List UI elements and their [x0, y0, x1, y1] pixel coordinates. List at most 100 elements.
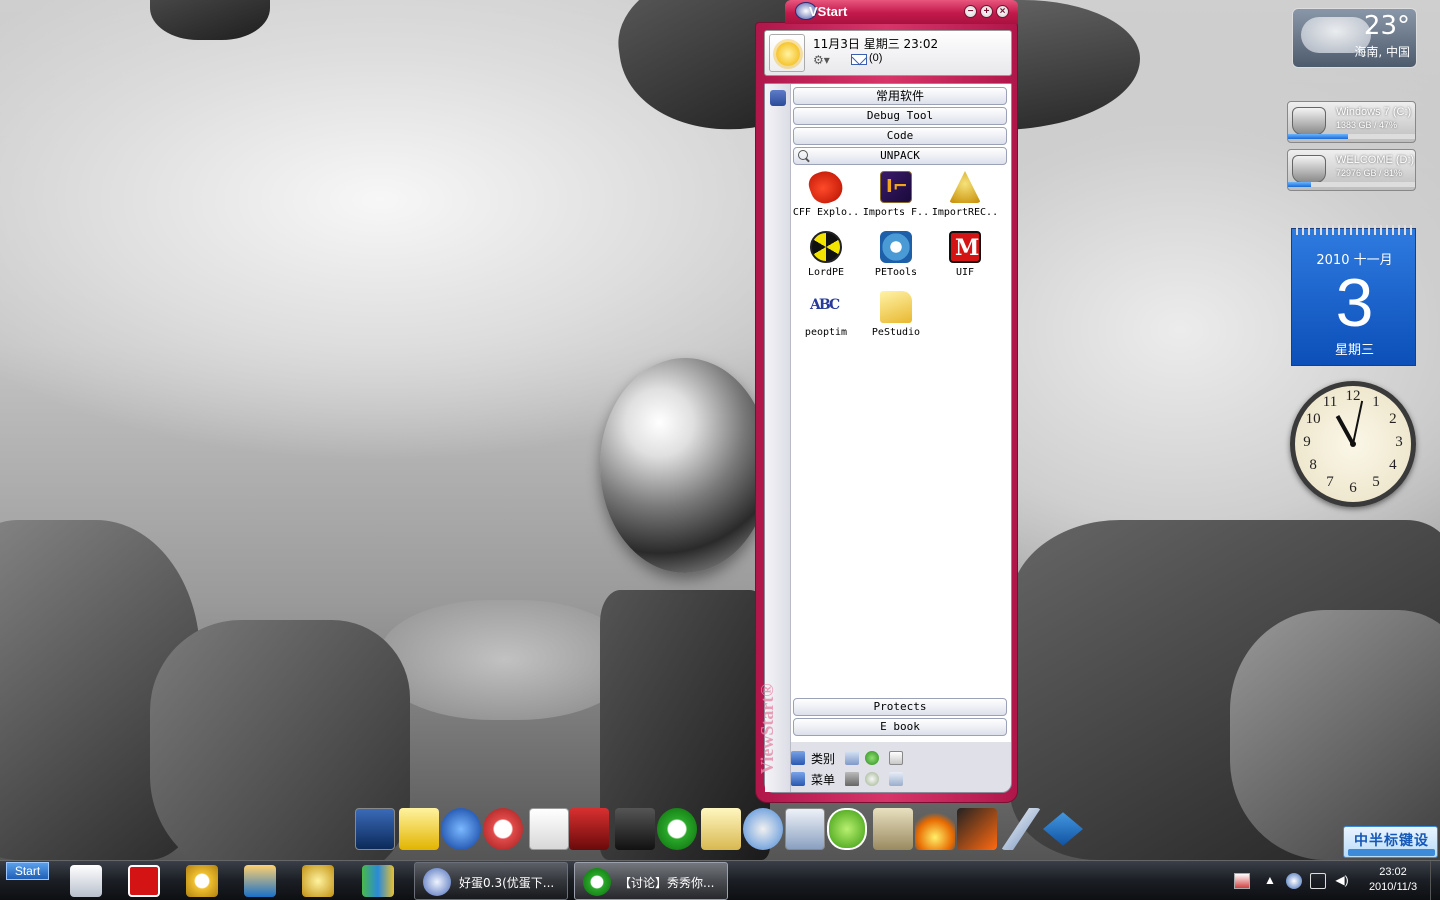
app-peoptim[interactable]: peoptim [791, 291, 861, 349]
drive-usage-fill [1288, 134, 1348, 139]
mail-count: (0) [869, 52, 883, 64]
properties-icon[interactable] [845, 751, 859, 765]
taskbar-time: 23:02 [1379, 866, 1407, 878]
category-protects[interactable]: Protects [793, 698, 1007, 716]
weather-gadget[interactable]: 23° 海南, 中国 [1292, 8, 1417, 68]
app-lordpe[interactable]: LordPE [791, 231, 861, 289]
taskbar-clock[interactable]: 23:02 2010/11/3 [1358, 865, 1428, 895]
main-menu-button[interactable]: 菜单 [811, 771, 835, 787]
close-button[interactable]: × [996, 5, 1009, 18]
category-label: UNPACK [880, 149, 920, 162]
app-icon [423, 868, 451, 896]
keyboard-icon[interactable] [1234, 873, 1250, 889]
clock-number: 9 [1303, 434, 1311, 450]
search-people-pinned-icon[interactable] [186, 865, 218, 897]
background-rock [1230, 610, 1440, 860]
search-magnifier-icon[interactable] [483, 808, 523, 850]
app-list-panel: 常用软件 Debug Tool Code UNPACK CFF Explo.. … [791, 84, 1011, 742]
weather-temperature: 23° [1363, 11, 1410, 41]
tools-icon[interactable] [845, 772, 859, 786]
start-button[interactable]: Start [6, 862, 49, 880]
vstart-watermark: ViewStart® [757, 683, 777, 774]
user-dropdown-icon[interactable]: ⚙▾ [813, 53, 835, 67]
desktop-monitor-icon[interactable] [355, 808, 395, 850]
category-unpack[interactable]: UNPACK [793, 147, 1007, 165]
hard-drive-icon [1292, 155, 1326, 183]
taskbar-task-1[interactable]: 好蛋0.3(优蛋下... [414, 862, 568, 900]
category-e-book[interactable]: E book [793, 718, 1007, 736]
clock-number: 11 [1322, 394, 1338, 411]
calendar-gadget[interactable]: 2010 十一月 3 星期三 [1291, 225, 1416, 366]
m-app-pinned-icon[interactable] [128, 865, 160, 897]
new-item-icon[interactable] [889, 751, 903, 765]
category-menu-button[interactable]: 类别 [811, 750, 835, 766]
mail-icon[interactable] [851, 54, 867, 65]
options-icon[interactable] [865, 772, 879, 786]
document-icon[interactable] [529, 808, 569, 850]
clock-gadget[interactable]: 12 1 2 3 4 5 6 7 8 9 10 11 [1290, 381, 1416, 507]
campfire-icon[interactable] [915, 808, 955, 850]
app-label: peoptim [804, 327, 848, 338]
app-importrec[interactable]: ImportREC.. [930, 171, 1000, 229]
settings-button[interactable]: + [980, 5, 993, 18]
search-icon[interactable] [798, 150, 808, 160]
weather-button[interactable] [769, 34, 805, 72]
refresh-icon[interactable] [865, 751, 879, 765]
peoptim-icon [810, 291, 842, 323]
app-cff-explorer[interactable]: CFF Explo.. [791, 166, 861, 229]
clock-number: 2 [1389, 411, 1397, 427]
menu-icon[interactable] [791, 772, 805, 786]
category-debug-tool[interactable]: Debug Tool [793, 107, 1007, 125]
drive-gadget-d[interactable]: WELCOME (D:) 72976 GB / 81% [1287, 149, 1416, 191]
apple-icon[interactable] [827, 808, 867, 850]
font-book-icon[interactable] [873, 808, 913, 850]
drive-gadget-c[interactable]: Windows 7 (C:) 1383 GB / 47% [1287, 101, 1416, 143]
ime-status-strip [1348, 849, 1435, 856]
imports-fixer-icon [880, 171, 912, 203]
calendar-weekday: 星期三 [1334, 343, 1374, 358]
eagle-app-pinned-icon[interactable] [302, 865, 334, 897]
taskbar-task-2[interactable]: 【讨论】秀秀你... [574, 862, 728, 900]
app-label: PeStudio [871, 327, 921, 338]
weather-location: 海南, 中国 [1354, 45, 1410, 59]
category-label: 常用软件 [875, 89, 924, 103]
app-pestudio[interactable]: PeStudio [861, 291, 931, 349]
volume-icon[interactable]: ◀) [1334, 873, 1350, 889]
vstart-titlebar[interactable]: VStart − + × [785, 0, 1018, 24]
books-pinned-icon[interactable] [362, 865, 394, 897]
category-icon[interactable] [791, 751, 805, 765]
app-petools[interactable]: PETools [861, 231, 931, 289]
windows-logo-icon[interactable] [743, 808, 783, 850]
browser-icon[interactable] [657, 808, 697, 850]
app-label: UIF [955, 267, 975, 278]
notepad-icon[interactable] [701, 808, 741, 850]
pestudio-icon [880, 291, 912, 323]
show-hidden-icons[interactable]: ▲ [1262, 873, 1278, 889]
show-desktop-button[interactable] [1430, 861, 1440, 900]
media-player-icon[interactable] [441, 808, 481, 850]
sidebar-tab-icon[interactable] [770, 90, 786, 106]
image-viewer-icon[interactable] [785, 808, 825, 850]
notes-pinned-icon[interactable] [70, 865, 102, 897]
app-imports-fixer[interactable]: Imports F.. [861, 171, 931, 229]
drive-usage-fill [1288, 182, 1311, 187]
minimize-button[interactable]: − [964, 5, 977, 18]
vstart-header: 11月3日 星期三 23:02 ⚙▾ (0) [764, 30, 1012, 76]
window-app-pinned-icon[interactable] [244, 865, 276, 897]
network-status-icon[interactable] [1286, 873, 1302, 889]
cff-explorer-icon [805, 166, 847, 208]
action-center-icon[interactable] [1310, 873, 1326, 889]
hard-drive-icon [1292, 107, 1326, 135]
app-label: LordPE [807, 267, 845, 278]
media-center-icon[interactable] [569, 808, 609, 850]
category-code[interactable]: Code [793, 127, 1007, 145]
category-common-software[interactable]: 常用软件 [793, 87, 1007, 105]
pen-tool-icon[interactable] [615, 808, 655, 850]
category-label: Code [886, 129, 914, 142]
window-icon[interactable] [889, 772, 903, 786]
taskbar: Start 好蛋0.3(优蛋下... 【讨论】秀秀你... ▲ ◀) 23:02… [0, 860, 1440, 900]
ime-toolbar[interactable]: 中半标键设 [1343, 826, 1438, 858]
app-uif[interactable]: UIF [930, 231, 1000, 289]
folder-icon[interactable] [399, 808, 439, 850]
recorder-icon[interactable] [957, 808, 997, 850]
